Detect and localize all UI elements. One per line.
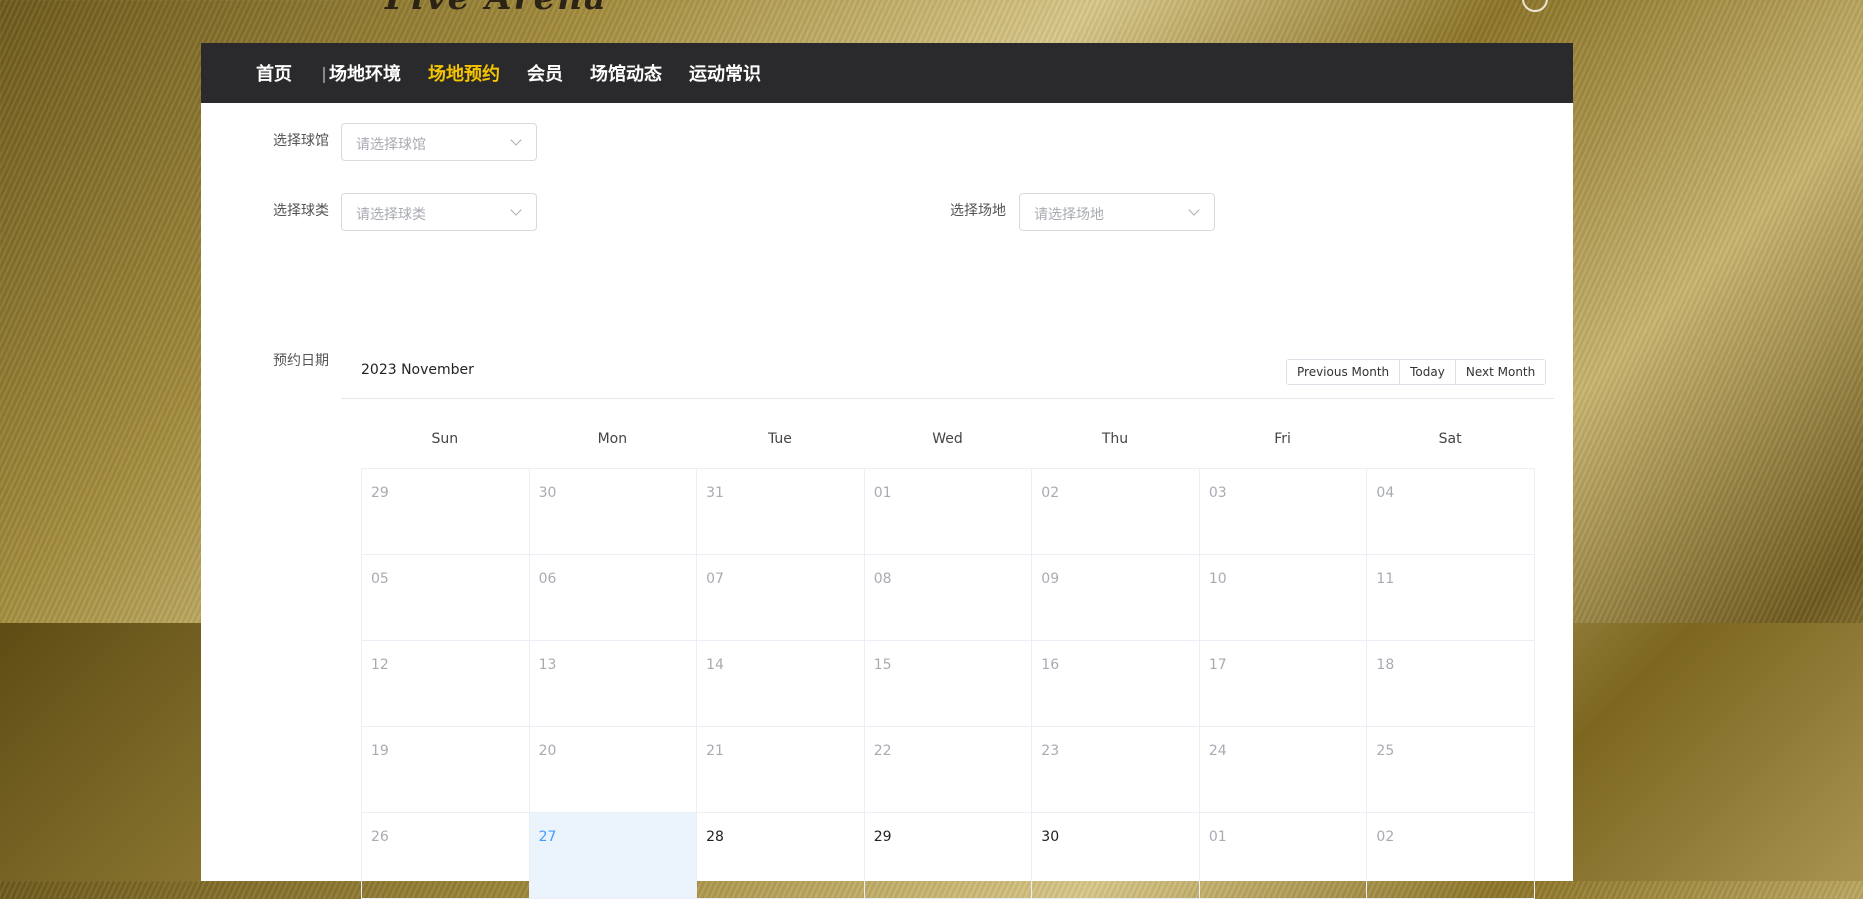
venue-label: 选择球馆 [273, 133, 329, 149]
calendar-day[interactable]: 08 [864, 555, 1033, 641]
calendar-day[interactable]: 04 [1367, 469, 1535, 555]
weekday-thu: Thu [1101, 431, 1129, 447]
calendar-day[interactable]: 30 [1032, 813, 1200, 899]
calendar-day[interactable]: 02 [1032, 469, 1200, 555]
calendar-day[interactable]: 13 [529, 641, 698, 727]
calendar-day[interactable]: 31 [697, 469, 865, 555]
calendar-day[interactable]: 29 [362, 469, 530, 555]
calendar-day[interactable]: 15 [864, 641, 1033, 727]
weekday-sat: Sat [1438, 431, 1462, 447]
calendar-day[interactable]: 11 [1367, 555, 1535, 641]
calendar-day[interactable]: 19 [362, 727, 530, 813]
court-placeholder: 请选择场地 [1034, 207, 1104, 223]
calendar-day[interactable]: 14 [697, 641, 865, 727]
calendar-day[interactable]: 27 [529, 813, 698, 899]
nav-separator [323, 67, 325, 83]
nav-item-environment[interactable]: 场地环境 [329, 60, 401, 86]
calendar-day[interactable]: 01 [864, 469, 1033, 555]
sport-select[interactable]: 请选择球类 [341, 193, 537, 231]
weekday-fri: Fri [1274, 431, 1291, 447]
booking-panel: 选择球馆 请选择球馆 选择球类 请选择球类 选择场地 请选择场地 预约日期 20… [201, 103, 1573, 899]
calendar-controls: Previous Month Today Next Month [1286, 359, 1547, 385]
date-label: 预约日期 [273, 353, 329, 369]
sport-label: 选择球类 [273, 203, 329, 219]
calendar-divider [341, 398, 1554, 399]
calendar-day[interactable]: 01 [1199, 813, 1368, 899]
weekday-tue: Tue [767, 431, 792, 447]
user-icon[interactable] [1522, 0, 1548, 12]
court-select[interactable]: 请选择场地 [1019, 193, 1215, 231]
nav-item-sports-knowledge[interactable]: 运动常识 [689, 60, 761, 86]
calendar-day[interactable]: 03 [1199, 469, 1368, 555]
weekday-sun: Sun [431, 431, 459, 447]
venue-placeholder: 请选择球馆 [356, 137, 426, 153]
weekday-header: Sun Mon Tue Wed Thu Fri Sat [361, 431, 1534, 447]
calendar-day[interactable]: 16 [1032, 641, 1200, 727]
calendar-day[interactable]: 09 [1032, 555, 1200, 641]
court-label: 选择场地 [950, 203, 1006, 219]
previous-month-button[interactable]: Previous Month [1286, 359, 1401, 385]
calendar-day[interactable]: 07 [697, 555, 865, 641]
calendar-day[interactable]: 06 [529, 555, 698, 641]
calendar-day[interactable]: 22 [864, 727, 1033, 813]
calendar-day[interactable]: 05 [362, 555, 530, 641]
nav-item-member[interactable]: 会员 [527, 60, 563, 86]
sport-placeholder: 请选择球类 [356, 207, 426, 223]
chevron-down-icon [510, 134, 522, 146]
calendar-day[interactable]: 30 [529, 469, 698, 555]
chevron-down-icon [510, 204, 522, 216]
calendar-day[interactable]: 28 [697, 813, 865, 899]
calendar-title: 2023 November [361, 362, 474, 378]
calendar-day[interactable]: 21 [697, 727, 865, 813]
calendar-day[interactable]: 12 [362, 641, 530, 727]
main-nav: 首页 场地环境 场地预约 会员 场馆动态 运动常识 [201, 43, 1573, 103]
nav-item-home[interactable]: 首页 [256, 60, 292, 86]
calendar-day[interactable]: 10 [1199, 555, 1368, 641]
calendar-day[interactable]: 02 [1367, 813, 1535, 899]
calendar-day[interactable]: 24 [1199, 727, 1368, 813]
weekday-mon: Mon [597, 431, 628, 447]
calendar-day[interactable]: 25 [1367, 727, 1535, 813]
calendar-grid: 29 30 31 01 02 03 04 05 06 07 08 09 10 11 12 13 14 15 16 17… [361, 468, 1535, 899]
chevron-down-icon [1188, 204, 1200, 216]
calendar-day[interactable]: 29 [864, 813, 1033, 899]
calendar-day[interactable]: 23 [1032, 727, 1200, 813]
today-button[interactable]: Today [1399, 359, 1456, 385]
site-logo: Five Arena [385, 0, 608, 18]
calendar-day[interactable]: 20 [529, 727, 698, 813]
nav-item-news[interactable]: 场馆动态 [590, 60, 662, 86]
weekday-wed: Wed [932, 431, 963, 447]
next-month-button[interactable]: Next Month [1454, 359, 1547, 385]
venue-select[interactable]: 请选择球馆 [341, 123, 537, 161]
calendar-day[interactable]: 26 [362, 813, 530, 899]
calendar-day[interactable]: 18 [1367, 641, 1535, 727]
calendar-day[interactable]: 17 [1199, 641, 1368, 727]
nav-item-booking[interactable]: 场地预约 [428, 60, 500, 86]
